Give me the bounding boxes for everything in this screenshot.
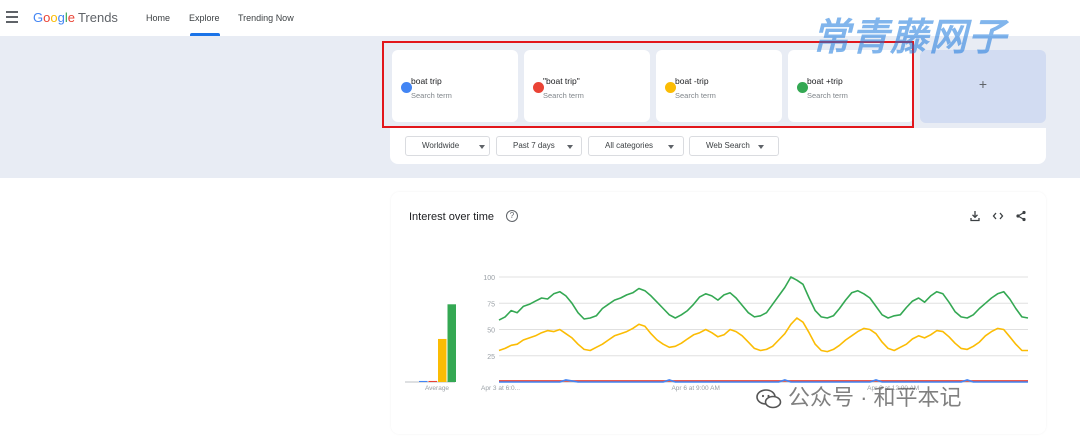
filter-label: Web Search <box>706 141 750 150</box>
nav-explore[interactable]: Explore <box>189 13 220 23</box>
filter-region-dropdown[interactable]: Worldwide <box>405 136 490 156</box>
y-tick-label: 50 <box>487 328 495 335</box>
series-line <box>498 276 1029 321</box>
average-bar <box>447 304 456 382</box>
chevron-down-icon <box>758 145 764 149</box>
y-tick-label: 25 <box>487 354 495 361</box>
watermark-text: 公众号 · 和平本记 <box>788 385 962 410</box>
hamburger-menu-icon[interactable] <box>6 11 18 25</box>
average-label: Average <box>425 385 449 392</box>
wechat-icon <box>756 389 782 409</box>
filter-label: All categories <box>605 141 654 150</box>
chevron-down-icon <box>479 145 485 149</box>
x-tick-label: Apr 6 at 9:00 AM <box>671 385 719 392</box>
chevron-down-icon <box>567 145 573 149</box>
filter-time-dropdown[interactable]: Past 7 days <box>496 136 582 156</box>
filter-search-type-dropdown[interactable]: Web Search <box>689 136 779 156</box>
plus-icon: + <box>978 76 988 92</box>
watermark-bottom: 公众号 · 和平本记 <box>756 380 962 412</box>
watermark-top: 常青藤网子 <box>812 17 1008 59</box>
google-trends-logo[interactable]: Google Trends <box>33 10 118 25</box>
filters-bar: Worldwide Past 7 days All categories Web… <box>390 128 1046 164</box>
nav-trending-now[interactable]: Trending Now <box>238 13 294 23</box>
nav-home[interactable]: Home <box>146 13 170 23</box>
y-tick-label: 75 <box>487 301 495 308</box>
filter-category-dropdown[interactable]: All categories <box>588 136 684 156</box>
filter-label: Worldwide <box>422 141 460 150</box>
average-bar <box>419 380 428 382</box>
average-bar <box>438 338 447 382</box>
filter-label: Past 7 days <box>513 141 555 150</box>
average-bar <box>428 380 437 382</box>
chevron-down-icon <box>668 145 674 149</box>
x-tick-label: Apr 3 at 6:0... <box>481 385 520 392</box>
y-tick-label: 100 <box>483 275 495 282</box>
series-line <box>498 317 1028 353</box>
